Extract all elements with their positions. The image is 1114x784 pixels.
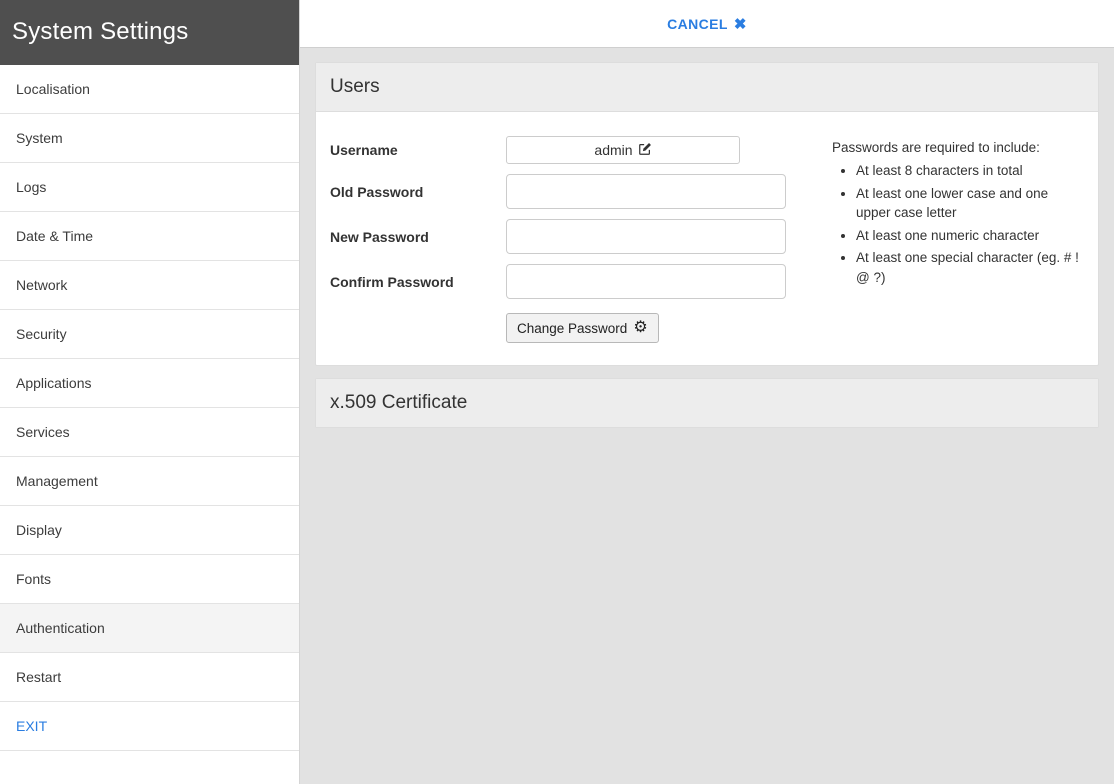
password-requirements: Passwords are required to include: At le… — [832, 136, 1084, 343]
gear-icon: ⚙ — [633, 319, 648, 336]
sidebar-item-management[interactable]: Management — [0, 457, 299, 506]
close-icon: ✖ — [733, 15, 747, 33]
change-password-button[interactable]: Change Password ⚙ — [506, 313, 659, 343]
sidebar-item-services[interactable]: Services — [0, 408, 299, 457]
requirement-item: At least one numeric character — [856, 226, 1080, 246]
change-password-label: Change Password — [517, 320, 628, 336]
sidebar-item-localisation[interactable]: Localisation — [0, 65, 299, 114]
content: Users Username admin Old Password New Pa… — [300, 48, 1114, 784]
sidebar-item-restart[interactable]: Restart — [0, 653, 299, 702]
sidebar: System Settings Localisation System Logs… — [0, 0, 300, 784]
sidebar-item-applications[interactable]: Applications — [0, 359, 299, 408]
users-panel: Users Username admin Old Password New Pa… — [315, 62, 1099, 366]
new-password-label: New Password — [330, 228, 429, 245]
edit-icon — [638, 142, 652, 159]
topbar: CANCEL ✖ — [300, 0, 1114, 48]
requirement-item: At least one lower case and one upper ca… — [856, 184, 1080, 223]
old-password-input[interactable] — [506, 174, 786, 209]
cancel-button[interactable]: CANCEL ✖ — [667, 15, 747, 33]
users-panel-body: Username admin Old Password New Password… — [316, 112, 1098, 365]
sidebar-nav: Localisation System Logs Date & Time Net… — [0, 65, 299, 784]
new-password-input[interactable] — [506, 219, 786, 254]
sidebar-item-date-time[interactable]: Date & Time — [0, 212, 299, 261]
sidebar-item-network[interactable]: Network — [0, 261, 299, 310]
sidebar-item-system[interactable]: System — [0, 114, 299, 163]
certificate-panel-header[interactable]: x.509 Certificate — [316, 379, 1098, 427]
confirm-password-label: Confirm Password — [330, 273, 454, 290]
sidebar-item-logs[interactable]: Logs — [0, 163, 299, 212]
requirements-list: At least 8 characters in total At least … — [832, 161, 1080, 287]
certificate-panel: x.509 Certificate — [315, 378, 1099, 428]
app-window: System Settings Localisation System Logs… — [0, 0, 1114, 784]
old-password-label: Old Password — [330, 183, 424, 200]
sidebar-title: System Settings — [0, 0, 299, 65]
password-form: Username admin Old Password New Password… — [330, 136, 786, 343]
requirements-intro: Passwords are required to include: — [832, 140, 1040, 155]
username-label: Username — [330, 142, 398, 158]
cancel-button-label: CANCEL — [667, 15, 728, 32]
sidebar-item-display[interactable]: Display — [0, 506, 299, 555]
main-area: CANCEL ✖ Users Username admin Old Passwo… — [300, 0, 1114, 784]
sidebar-item-security[interactable]: Security — [0, 310, 299, 359]
sidebar-item-authentication[interactable]: Authentication — [0, 604, 299, 653]
username-value: admin — [594, 142, 633, 158]
users-panel-header[interactable]: Users — [316, 63, 1098, 112]
sidebar-item-fonts[interactable]: Fonts — [0, 555, 299, 604]
confirm-password-input[interactable] — [506, 264, 786, 299]
requirement-item: At least one special character (eg. # ! … — [856, 248, 1080, 287]
username-field[interactable]: admin — [506, 136, 740, 164]
sidebar-item-exit[interactable]: EXIT — [0, 702, 299, 751]
requirement-item: At least 8 characters in total — [856, 161, 1080, 181]
